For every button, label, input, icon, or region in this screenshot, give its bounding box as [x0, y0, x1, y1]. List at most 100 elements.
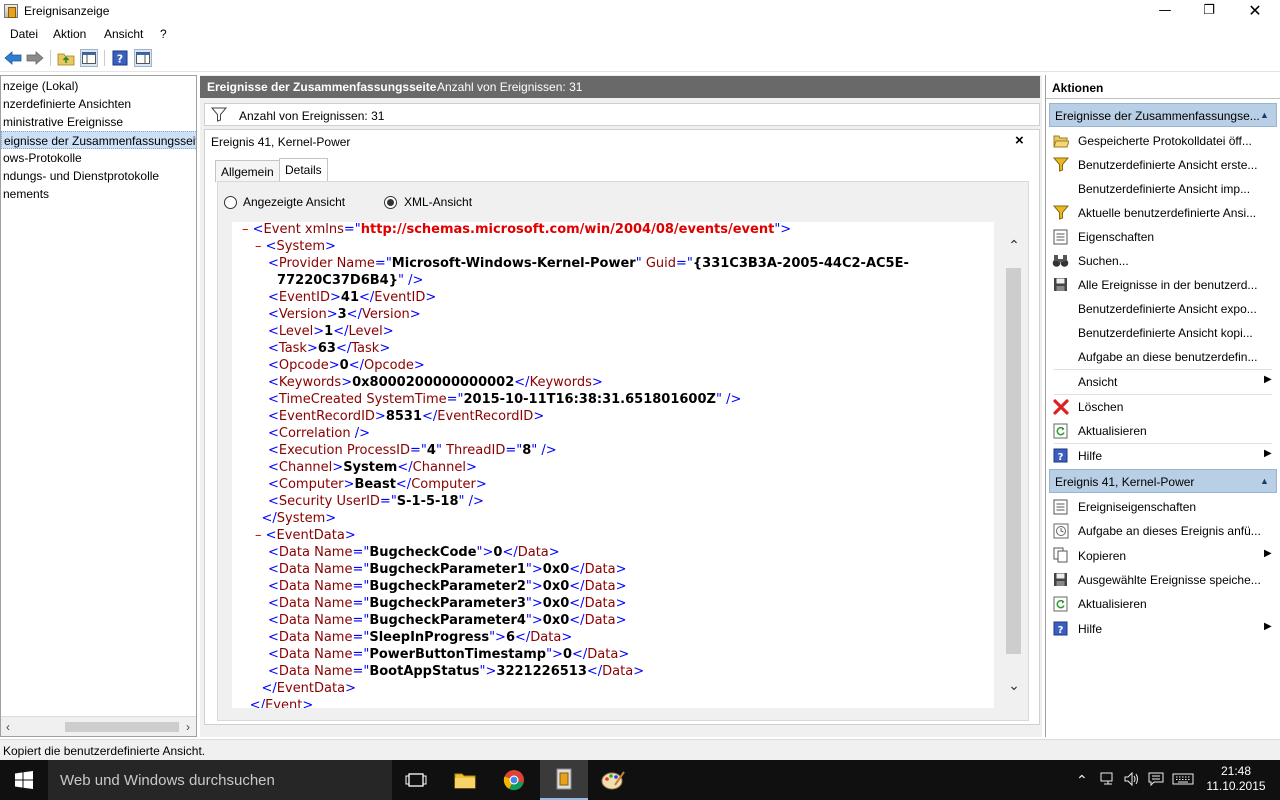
volume-icon[interactable] [1124, 771, 1140, 789]
scroll-down-icon[interactable]: ⌄ [1006, 678, 1022, 692]
action-item[interactable]: Aktuelle benutzerdefinierte Ansi... [1052, 201, 1274, 225]
radio-friendly-view-label[interactable]: Angezeigte Ansicht [243, 195, 345, 209]
xml-token: EventID [278, 290, 330, 305]
maximize-button[interactable]: ❐ [1186, 0, 1232, 22]
xml-token: Data [587, 647, 619, 662]
action-item[interactable]: Ausgewählte Ereignisse speiche... [1052, 568, 1274, 592]
file-explorer-icon[interactable] [441, 760, 489, 800]
xml-token: PowerButtonTimestamp [369, 647, 547, 662]
show-hide-console-tree-icon[interactable] [80, 49, 98, 67]
scrollbar-thumb[interactable] [65, 722, 179, 732]
task-view-icon[interactable] [392, 760, 440, 800]
tab-details[interactable]: Details [279, 158, 328, 182]
xml-line: </System> [262, 510, 337, 527]
action-item-label: Benutzerdefinierte Ansicht erste... [1078, 158, 1258, 172]
action-item[interactable]: Aufgabe an diese benutzerdefin... [1052, 345, 1274, 369]
menu-datei[interactable]: Datei [10, 27, 38, 41]
xml-token: < [268, 358, 279, 373]
scroll-right-icon[interactable]: › [181, 719, 195, 735]
save-icon [1052, 571, 1069, 588]
tree-item-custom-views[interactable]: nzerdefinierte Ansichten [1, 95, 196, 113]
xml-token: < [268, 596, 279, 611]
xml-line: <Level>1</Level> [268, 323, 394, 340]
tree-item-summary-page-events[interactable]: eignisse der Zusammenfassungsseite [1, 131, 196, 149]
scroll-left-icon[interactable]: ‹ [1, 719, 15, 735]
keyboard-icon[interactable] [1172, 772, 1194, 789]
action-item[interactable]: Aktualisieren [1052, 592, 1274, 616]
scroll-up-icon[interactable]: ⌃ [1006, 238, 1022, 252]
menu-ansicht[interactable]: Ansicht [104, 27, 143, 41]
menu-help[interactable]: ? [160, 27, 167, 41]
close-panel-icon[interactable]: × [1015, 132, 1024, 149]
xml-token: Name [336, 256, 375, 271]
xml-token: < [252, 222, 264, 237]
tree-item-applications-services-logs[interactable]: ndungs- und Dienstprotokolle [1, 167, 196, 185]
xml-token: " [635, 256, 646, 271]
xml-view[interactable]: – <Event xmlns="http://schemas.microsoft… [232, 222, 994, 708]
action-item[interactable]: Suchen... [1052, 249, 1274, 273]
paint-icon[interactable] [589, 760, 637, 800]
show-hide-action-pane-icon[interactable] [134, 49, 152, 67]
tree-item-administrative-events[interactable]: ministrative Ereignisse [1, 113, 196, 131]
action-item[interactable]: ? Hilfe ▶ [1052, 444, 1274, 468]
xml-collapse-toggle[interactable]: – [255, 239, 266, 254]
radio-xml-view-label[interactable]: XML-Ansicht [404, 195, 472, 209]
action-item[interactable]: Benutzerdefinierte Ansicht kopi... [1052, 321, 1274, 345]
xml-token: Name [314, 630, 353, 645]
tab-allgemein[interactable]: Allgemein [215, 160, 280, 182]
tree-item-event-viewer-local[interactable]: nzeige (Lokal) [1, 77, 196, 95]
action-item[interactable]: Aktualisieren [1052, 419, 1274, 443]
xml-token: > [345, 681, 356, 696]
action-item[interactable]: Kopieren ▶ [1052, 544, 1274, 568]
action-item[interactable]: Benutzerdefinierte Ansicht imp... [1052, 177, 1274, 201]
xml-collapse-toggle[interactable]: – [242, 222, 253, 237]
xml-token: Task [278, 341, 307, 356]
tree-item-windows-logs[interactable]: ows-Protokolle [1, 149, 196, 167]
scrollbar-thumb[interactable] [1006, 268, 1021, 654]
tree-horizontal-scrollbar[interactable]: ‹ › [1, 716, 196, 736]
taskbar-search-box[interactable]: Web und Windows durchsuchen [48, 760, 392, 800]
xml-vertical-scrollbar[interactable]: ⌃ ⌄ [994, 222, 1028, 708]
properties-icon [1052, 228, 1069, 245]
action-item[interactable]: Aufgabe an dieses Ereignis anfü... [1052, 519, 1274, 543]
start-button[interactable] [0, 760, 48, 800]
tray-chevron-up-icon[interactable]: ⌃ [1076, 772, 1088, 789]
xml-collapse-toggle[interactable]: – [255, 528, 266, 543]
chrome-icon[interactable] [490, 760, 538, 800]
action-item[interactable]: Gespeicherte Protokolldatei öff... [1052, 129, 1274, 153]
xml-token: > [533, 409, 545, 424]
taskbar-clock[interactable]: 21:48 11.10.2015 [1204, 764, 1268, 794]
action-item[interactable]: Benutzerdefinierte Ansicht erste... [1052, 153, 1274, 177]
action-item[interactable]: Benutzerdefinierte Ansicht expo... [1052, 297, 1274, 321]
action-item[interactable]: Ansicht ▶ [1052, 370, 1274, 394]
menu-aktion[interactable]: Aktion [53, 27, 86, 41]
xml-token: Data [584, 562, 616, 577]
radio-friendly-view[interactable] [224, 196, 237, 209]
xml-token: < [268, 409, 279, 424]
help-icon[interactable]: ? [111, 49, 129, 67]
collapse-triangle-icon[interactable]: ▲ [1260, 110, 1269, 120]
radio-xml-view[interactable] [384, 196, 397, 209]
xml-token: Keywords [278, 375, 342, 390]
back-arrow-icon[interactable] [4, 49, 22, 67]
close-button[interactable]: ✕ [1232, 0, 1278, 22]
action-center-icon[interactable] [1148, 772, 1164, 789]
forward-arrow-icon[interactable] [26, 49, 44, 67]
action-item[interactable]: ? Hilfe ▶ [1052, 617, 1274, 641]
folder-up-icon[interactable] [57, 49, 75, 67]
action-section-header[interactable]: Ereignisse der Zusammenfassungse... ▲ [1049, 103, 1277, 127]
event-viewer-taskbar-icon[interactable] [540, 760, 588, 800]
xml-token: =" [352, 613, 370, 628]
minimize-button[interactable]: — [1142, 0, 1188, 22]
xml-token: "> [774, 222, 792, 237]
network-icon[interactable] [1100, 772, 1116, 789]
action-item[interactable]: Ereigniseigenschaften [1052, 495, 1274, 519]
action-section-header[interactable]: Ereignis 41, Kernel-Power ▲ [1049, 469, 1277, 493]
menu-bar: Datei Aktion Ansicht ? [0, 24, 1280, 44]
collapse-triangle-icon[interactable]: ▲ [1260, 476, 1269, 486]
action-item[interactable]: Alle Ereignisse in der benutzerd... [1052, 273, 1274, 297]
xml-token: S-1-5-18 [396, 494, 459, 509]
action-item[interactable]: Eigenschaften [1052, 225, 1274, 249]
action-item[interactable]: Löschen [1052, 395, 1274, 419]
tree-item-subscriptions[interactable]: nements [1, 185, 196, 203]
